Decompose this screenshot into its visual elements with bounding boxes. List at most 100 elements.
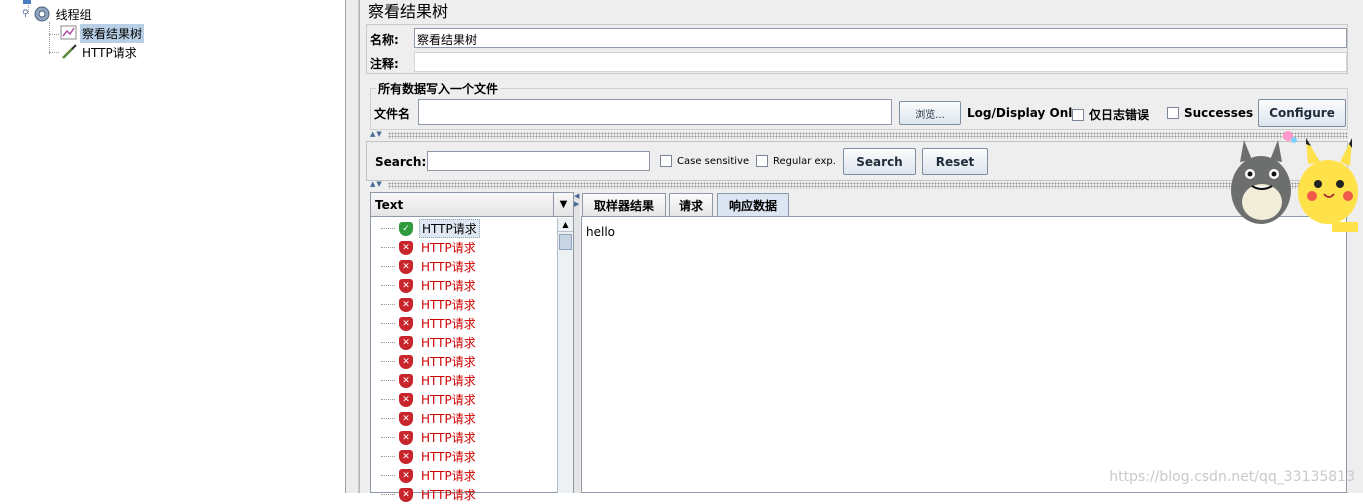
search-button[interactable]: Search bbox=[843, 148, 916, 175]
result-row[interactable]: ✕ HTTP请求 bbox=[371, 352, 478, 371]
tree-connector bbox=[49, 52, 59, 53]
divider[interactable] bbox=[388, 132, 1348, 139]
split-arrows-icon[interactable]: ◀ ▶ bbox=[574, 192, 580, 208]
error-shield-icon: ✕ bbox=[399, 278, 413, 293]
page-title: 察看结果树 bbox=[368, 2, 449, 21]
result-row[interactable]: ✕ HTTP请求 bbox=[371, 371, 478, 390]
comment-label: 注释: bbox=[370, 57, 399, 71]
result-row[interactable]: ✕ HTTP请求 bbox=[371, 276, 478, 295]
tree-connector bbox=[381, 456, 395, 457]
success-shield-icon: ✓ bbox=[399, 221, 413, 236]
tree-connector bbox=[381, 247, 395, 248]
error-shield-icon: ✕ bbox=[399, 240, 413, 255]
tab-request[interactable]: 请求 bbox=[669, 193, 713, 216]
result-row-label: HTTP请求 bbox=[421, 450, 476, 464]
test-plan-tree: ⚲ 线程组 察看结果树 HTTP请求 bbox=[0, 0, 345, 493]
tree-node-http-request[interactable]: HTTP请求 bbox=[60, 43, 139, 61]
name-field[interactable]: 察看结果树 bbox=[414, 28, 1347, 48]
vertical-scrollbar[interactable]: ▲ bbox=[557, 218, 573, 493]
results-list: Text ▼ ✓ HTTP请求 ✕ HTTP请求 ✕ HTTP请求 ✕ HTTP请求 ✕ HTTP… bbox=[370, 192, 574, 502]
search-label: Search: bbox=[375, 155, 427, 169]
tree-node-thread-group[interactable]: ⚲ 线程组 bbox=[22, 5, 94, 23]
error-shield-icon: ✕ bbox=[399, 468, 413, 483]
filename-label: 文件名 bbox=[374, 107, 411, 121]
tree-connector bbox=[381, 380, 395, 381]
expand-toggle-icon[interactable]: ⚲ bbox=[22, 9, 29, 19]
checkbox-box[interactable] bbox=[1167, 107, 1179, 119]
tree-connector bbox=[381, 361, 395, 362]
tree-connector bbox=[381, 323, 395, 324]
error-shield-icon: ✕ bbox=[399, 335, 413, 350]
result-row[interactable]: ✕ HTTP请求 bbox=[371, 333, 478, 352]
comment-field[interactable] bbox=[414, 52, 1347, 72]
result-row[interactable]: ✕ HTTP请求 bbox=[371, 295, 478, 314]
result-row-label: HTTP请求 bbox=[421, 393, 476, 407]
renderer-combo-value: Text bbox=[375, 198, 404, 212]
case-sensitive-checkbox[interactable]: Case sensitive bbox=[660, 155, 749, 167]
checkbox-box[interactable] bbox=[1072, 108, 1084, 121]
scroll-up-icon[interactable]: ▲ bbox=[558, 218, 573, 232]
result-row-label: HTTP请求 bbox=[421, 374, 476, 388]
tree-node-view-results-tree[interactable]: 察看结果树 bbox=[60, 23, 145, 43]
result-row[interactable]: ✕ HTTP请求 bbox=[371, 485, 478, 504]
result-row[interactable]: ✕ HTTP请求 bbox=[371, 390, 478, 409]
error-shield-icon: ✕ bbox=[399, 487, 413, 502]
reset-button[interactable]: Reset bbox=[922, 148, 988, 175]
error-shield-icon: ✕ bbox=[399, 316, 413, 331]
result-row-label: HTTP请求 bbox=[421, 241, 476, 255]
response-data-area[interactable]: hello bbox=[581, 216, 1347, 493]
collapse-arrows-icon[interactable]: ▲▼ bbox=[370, 131, 383, 138]
collapse-arrows-icon[interactable]: ▲▼ bbox=[370, 181, 383, 188]
mascot-sticker-image bbox=[1231, 131, 1358, 232]
result-row-label: HTTP请求 bbox=[421, 298, 476, 312]
result-row[interactable]: ✕ HTTP请求 bbox=[371, 257, 478, 276]
result-row[interactable]: ✕ HTTP请求 bbox=[371, 466, 478, 485]
watermark-text: https://blog.csdn.net/qq_33135813 bbox=[1109, 469, 1355, 485]
filename-input[interactable] bbox=[418, 99, 892, 125]
result-row-label: HTTP请求 bbox=[421, 412, 476, 426]
errors-only-label: 仅日志错误 bbox=[1089, 108, 1150, 122]
regex-checkbox[interactable]: Regular exp. bbox=[756, 155, 836, 167]
tree-item-label: 察看结果树 bbox=[80, 23, 145, 43]
results-splitter[interactable]: ◀ ▶ bbox=[574, 192, 580, 493]
log-display-only-label: Log/Display Only: bbox=[967, 106, 1085, 120]
result-row[interactable]: ✕ HTTP请求 bbox=[371, 238, 478, 257]
error-shield-icon: ✕ bbox=[399, 430, 413, 445]
response-body: hello bbox=[586, 225, 615, 239]
scroll-thumb[interactable] bbox=[559, 234, 572, 250]
checkbox-box[interactable] bbox=[756, 155, 768, 167]
tree-connector bbox=[381, 437, 395, 438]
configure-button[interactable]: Configure bbox=[1258, 99, 1346, 127]
browse-button[interactable]: 浏览... bbox=[899, 101, 961, 125]
successes-checkbox[interactable]: Successes bbox=[1167, 106, 1253, 120]
tree-connector bbox=[381, 228, 395, 229]
result-row-label: HTTP请求 bbox=[421, 469, 476, 483]
result-row[interactable]: ✕ HTTP请求 bbox=[371, 314, 478, 333]
errors-only-checkbox[interactable]: 仅日志错误 bbox=[1072, 106, 1149, 123]
tree-connector bbox=[381, 399, 395, 400]
tab-sampler-result[interactable]: 取样器结果 bbox=[582, 193, 666, 216]
tree-connector bbox=[381, 418, 395, 419]
tree-connector bbox=[381, 342, 395, 343]
divider[interactable] bbox=[388, 182, 1348, 189]
result-row-label: HTTP请求 bbox=[421, 260, 476, 274]
checkbox-box[interactable] bbox=[660, 155, 672, 167]
pane-splitter[interactable] bbox=[345, 0, 359, 493]
write-to-file-title: 所有数据写入一个文件 bbox=[376, 80, 501, 97]
result-row-label: HTTP请求 bbox=[421, 336, 476, 350]
result-row[interactable]: ✓ HTTP请求 bbox=[371, 219, 480, 238]
result-row[interactable]: ✕ HTTP请求 bbox=[371, 428, 478, 447]
tree-connector bbox=[49, 34, 59, 35]
search-input[interactable] bbox=[427, 151, 650, 171]
tree-connector bbox=[381, 475, 395, 476]
tab-response-data[interactable]: 响应数据 bbox=[717, 193, 789, 217]
result-row-label: HTTP请求 bbox=[421, 488, 476, 502]
result-row-label: HTTP请求 bbox=[421, 317, 476, 331]
error-shield-icon: ✕ bbox=[399, 354, 413, 369]
renderer-combo[interactable]: Text ▼ bbox=[371, 193, 573, 217]
tree-connector bbox=[381, 266, 395, 267]
result-row[interactable]: ✕ HTTP请求 bbox=[371, 409, 478, 428]
result-row[interactable]: ✕ HTTP请求 bbox=[371, 447, 478, 466]
view-results-tree-panel: 察看结果树 名称: 察看结果树 注释: 所有数据写入一个文件 文件名 浏览...… bbox=[359, 0, 1363, 502]
chevron-down-icon[interactable]: ▼ bbox=[553, 193, 573, 216]
